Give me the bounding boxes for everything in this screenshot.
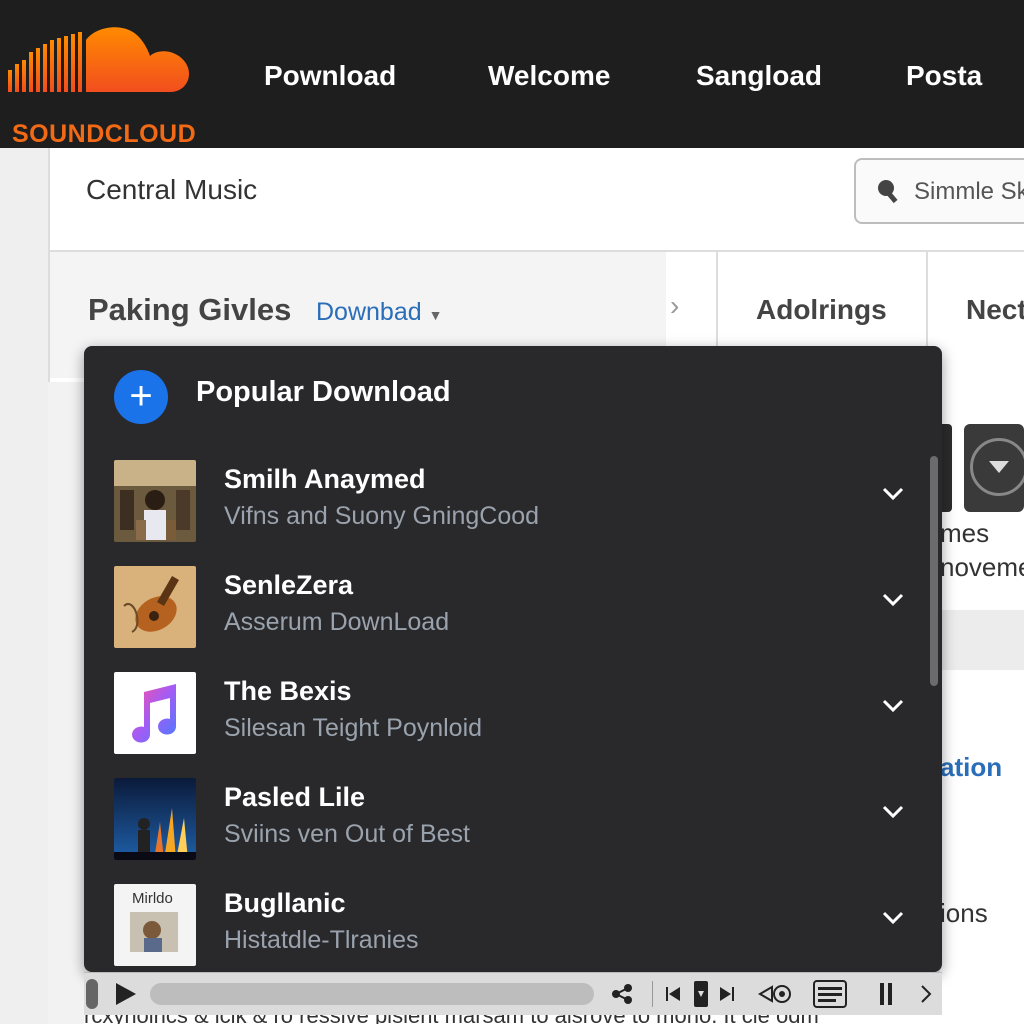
queue-icon[interactable] xyxy=(812,979,848,1009)
chevron-right-icon[interactable]: › xyxy=(670,290,679,322)
caret-down-icon: ▼ xyxy=(428,307,443,323)
player-bar xyxy=(84,972,942,1015)
page-header: Central Music Simmle Sk xyxy=(48,148,1024,252)
chevron-down-icon[interactable] xyxy=(880,692,906,718)
item-title: SenleZera xyxy=(224,570,354,600)
list-item[interactable]: Pasled Lile Sviins ven Out of Best xyxy=(84,772,942,878)
pause-icon[interactable] xyxy=(878,981,894,1007)
section-title: Paking Givles xyxy=(88,292,292,327)
popup-title: Popular Download xyxy=(196,376,451,408)
list-item[interactable]: Smilh Anaymed Vifns and Suony GningCood xyxy=(84,454,942,560)
next-icon[interactable] xyxy=(718,985,736,1003)
soundcloud-logo[interactable]: SOUNDCLOUD xyxy=(4,22,196,148)
tab-label: Adolrings xyxy=(756,294,887,325)
prev-icon[interactable] xyxy=(664,985,682,1003)
tab-label: Nect xyxy=(966,294,1024,325)
nav-item-sangload[interactable]: Sangload xyxy=(696,60,822,92)
cast-icon[interactable] xyxy=(758,983,794,1005)
page-title: Central Music xyxy=(86,174,258,205)
album-art-concert xyxy=(114,778,196,860)
album-art-guitar xyxy=(114,566,196,648)
album-art-mirldo: Mirldo xyxy=(114,884,196,966)
play-icon[interactable] xyxy=(112,981,138,1007)
nav-item-posta[interactable]: Posta xyxy=(906,60,982,92)
list-item[interactable]: Mirldo Bugllanic Histatdle-Tlranies xyxy=(84,878,942,972)
item-title: The Bexis xyxy=(224,676,352,706)
nav-item-pownload[interactable]: Pownload xyxy=(264,60,396,92)
background-text: noveme xyxy=(940,552,1024,582)
more-icon[interactable] xyxy=(918,983,934,1005)
background-band xyxy=(940,610,1024,670)
chevron-down-icon[interactable] xyxy=(880,904,906,930)
thumbnail-dropdown[interactable] xyxy=(964,424,1024,512)
chevron-down-icon[interactable] xyxy=(880,480,906,506)
player-grip[interactable] xyxy=(86,979,98,1009)
item-title: Smilh Anaymed xyxy=(224,464,426,494)
divider xyxy=(652,981,653,1007)
popular-download-dropdown: + Popular Download Smilh Anaymed Vifns a… xyxy=(84,346,942,972)
album-art-group-photo xyxy=(114,460,196,542)
item-subtitle: Sviins ven Out of Best xyxy=(224,820,470,848)
item-title: Pasled Lile xyxy=(224,782,366,812)
download-link-label: Downbad xyxy=(316,298,422,326)
nav-item-welcome[interactable]: Welcome xyxy=(488,60,610,92)
chevron-down-icon[interactable] xyxy=(880,586,906,612)
item-subtitle: Silesan Teight Poynloid xyxy=(224,714,483,742)
list-item[interactable]: The Bexis Silesan Teight Poynloid xyxy=(84,666,942,772)
background-text: mes xyxy=(940,518,990,548)
plus-icon[interactable]: + xyxy=(114,370,168,424)
item-subtitle: Vifns and Suony GningCood xyxy=(224,502,540,530)
progress-bar[interactable] xyxy=(150,983,594,1005)
left-gutter xyxy=(0,148,48,1024)
chevron-down-icon[interactable] xyxy=(880,798,906,824)
download-dropdown-link[interactable]: Downbad ▼ xyxy=(316,298,442,327)
background-text: ions xyxy=(940,898,988,928)
list-item[interactable]: SenleZera Asserum DownLoad xyxy=(84,560,942,666)
logo-text: SOUNDCLOUD xyxy=(12,120,197,148)
search-input[interactable]: Simmle Sk xyxy=(854,158,1024,224)
album-art-music-note xyxy=(114,672,196,754)
top-navigation-bar: SOUNDCLOUD Pownload Welcome Sangload Pos… xyxy=(0,0,1024,148)
item-subtitle: Asserum DownLoad xyxy=(224,608,450,636)
item-title: Bugllanic xyxy=(224,888,346,918)
search-icon xyxy=(878,180,898,204)
background-link[interactable]: ation xyxy=(940,752,1002,783)
share-icon[interactable] xyxy=(610,983,636,1005)
chevron-down-circle-icon xyxy=(970,438,1024,496)
device-icon[interactable] xyxy=(692,979,710,1009)
cloud-logo-icon xyxy=(8,27,190,92)
search-placeholder: Simmle Sk xyxy=(914,178,1024,205)
item-subtitle: Histatdle-Tlranies xyxy=(224,926,419,954)
